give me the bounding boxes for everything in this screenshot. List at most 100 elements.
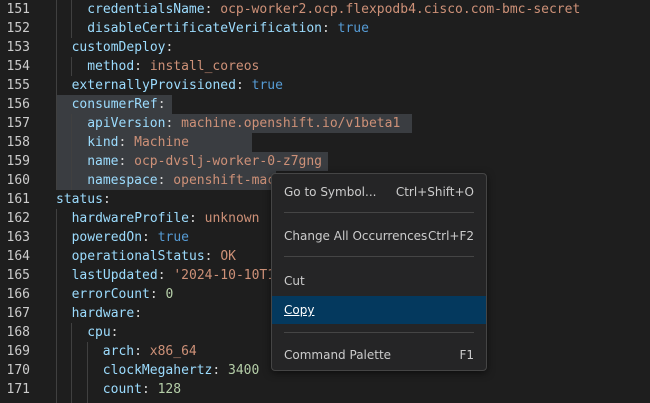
code-token: disableCertificateVerification [87,21,322,36]
code-token: : [118,154,135,169]
code-token: credentialsName [87,2,205,17]
code-text: operationalStatus: OK [72,247,236,266]
code-token: 0 [165,287,174,302]
code-token: : [134,344,150,359]
code-token: : [204,2,221,17]
menu-separator [284,332,474,333]
line-number: 154 [6,59,30,74]
code-token: true [157,230,190,245]
code-text: name: ocp-dvslj-worker-0-z7gng [87,152,322,171]
code-token: externallyProvisioned [71,78,236,93]
code-token: cpu [87,325,111,340]
line-number: 166 [6,287,30,302]
code-token: clockMegahertz [102,363,213,378]
menu-item-change-all-occurrences[interactable]: Change All Occurrences Ctrl+F2 [272,222,486,250]
menu-item-copy[interactable]: Copy [272,296,486,324]
menu-item-label: Change All Occurrences [284,229,428,243]
menu-item-label: Go to Symbol... [284,185,377,199]
menu-item-go-to-symbol[interactable]: Go to Symbol... Ctrl+Shift+O [272,178,486,206]
code-token: : [157,97,166,112]
line-number: 162 [6,211,30,226]
code-token: x86_64 [149,344,197,359]
code-token: method [87,59,135,74]
menu-separator [284,212,474,213]
code-token: status [56,192,103,207]
code-line: 159 name: ocp-dvslj-worker-0-z7gng [0,152,650,171]
code-token: poweredOn [71,230,143,245]
menu-item-label: Copy [284,303,315,317]
code-line: 154 method: install_coreos [0,57,650,76]
code-token: : [118,135,135,150]
code-token: true [337,21,369,36]
code-line: 156 consumerRef: [0,95,650,114]
code-token: 128 [157,382,182,397]
code-token: : [204,249,221,264]
code-token: hardwareProfile [71,211,189,226]
code-editor[interactable]: 151 credentialsName: ocp-worker2.ocp.flex… [0,0,650,403]
line-number: 167 [6,306,30,321]
line-number: 155 [6,78,30,93]
code-token: 3400 [228,363,260,378]
code-text: count: 128 [103,380,181,399]
menu-item-shortcut: F1 [459,348,474,362]
code-text: hardware: [72,304,142,323]
menu-item-shortcut: Ctrl+F2 [428,229,474,243]
code-text: poweredOn: true [72,228,189,247]
line-number: 157 [6,116,30,131]
line-number: 160 [6,173,30,188]
code-token: operationalStatus [71,249,205,264]
code-text: arch: x86_64 [103,342,197,361]
code-token: : [102,192,111,207]
code-text: consumerRef: [72,95,166,114]
code-line: 152 disableCertificateVerification: true [0,19,650,38]
code-token: apiVersion [87,116,166,131]
code-text: hardwareProfile: unknown [72,209,260,228]
code-token: ocp-worker2.ocp.flexpodb4.cisco.com-bmc-… [220,2,581,17]
code-line: 171 count: 128 [0,380,650,399]
code-token: unknown [204,211,260,226]
code-token: arch [102,344,135,359]
line-number: 171 [6,382,30,397]
line-number: 156 [6,97,30,112]
code-token: machine.openshift.io/v1beta1 [181,116,401,131]
code-token: : [165,116,182,131]
code-token: kind [87,135,119,150]
menu-item-shortcut: Ctrl+Shift+O [395,185,474,199]
menu-item-label: Cut [284,274,305,288]
line-number: 170 [6,363,30,378]
code-text: apiVersion: machine.openshift.io/v1beta1 [87,114,400,133]
code-text: clockMegahertz: 3400 [103,361,260,380]
code-line: 153 customDeploy: [0,38,650,57]
line-number: 152 [6,21,30,36]
code-text: lastUpdated: '2024-10-10T1 [72,266,276,285]
code-token: : [157,173,174,188]
line-number: 158 [6,135,30,150]
code-token: true [251,78,283,93]
code-token: : [134,59,150,74]
code-token: : [322,21,338,36]
code-token: consumerRef [71,97,158,112]
line-number: 164 [6,249,30,264]
menu-item-cut[interactable]: Cut [272,267,486,295]
code-token: : [189,211,205,226]
code-line: 151 credentialsName: ocp-worker2.ocp.flex… [0,0,650,19]
code-token: : [142,230,158,245]
code-token: count [102,382,142,397]
line-number: 153 [6,40,30,55]
menu-item-command-palette[interactable]: Command Palette F1 [272,341,486,369]
code-token: openshift-mac [173,173,276,188]
code-token: : [141,382,158,397]
code-token: : [235,78,252,93]
code-text: errorCount: 0 [72,285,174,304]
code-token: : [134,306,143,321]
code-text: cpu: [87,323,118,342]
line-number: 168 [6,325,30,340]
code-line: 157 apiVersion: machine.openshift.io/v1be… [0,114,650,133]
code-token: hardware [71,306,135,321]
code-text: status: [56,190,111,209]
code-token: errorCount [71,287,150,302]
code-token: name [87,154,119,169]
code-token: install_coreos [149,59,260,74]
code-token: lastUpdated [71,268,158,283]
code-text: disableCertificateVerification: true [87,19,369,38]
